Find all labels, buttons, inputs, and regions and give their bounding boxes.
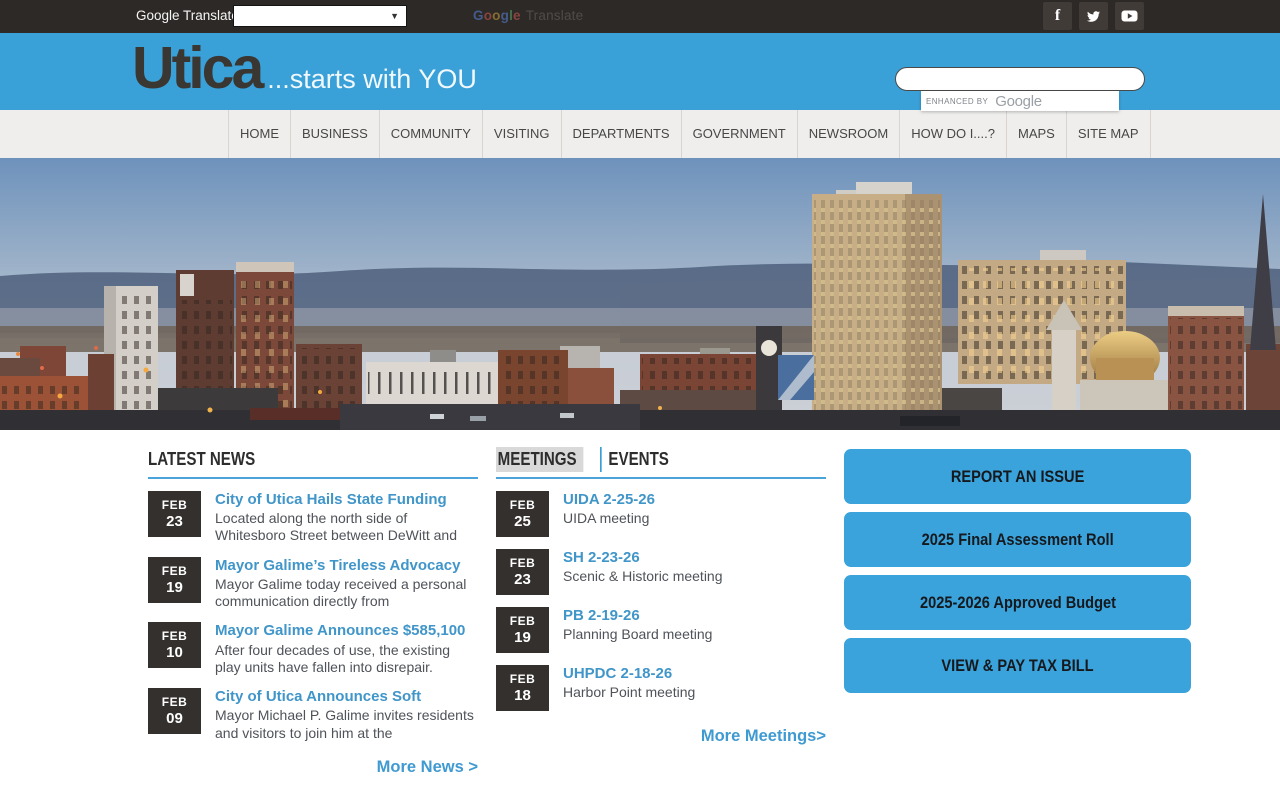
news-excerpt: Mayor Galime today received a personal c… (215, 575, 467, 610)
hero-banner (0, 158, 1280, 430)
section-rule (496, 477, 826, 479)
news-item: FEB 19 Mayor Galime’s Tireless Advocacy … (148, 556, 478, 611)
more-news-link[interactable]: More News > (377, 758, 478, 776)
google-translate-select[interactable]: ▼ (233, 5, 407, 27)
site-logo: Utica (132, 35, 264, 101)
nav-item-maps[interactable]: MAPS (1006, 110, 1066, 158)
meeting-description: UIDA meeting (563, 510, 650, 527)
social-links: f (1043, 2, 1144, 30)
news-title-link[interactable]: City of Utica Announces Soft (215, 688, 478, 705)
facebook-button[interactable]: f (1043, 2, 1072, 30)
search-branding-dropdown: ENHANCED BY Google (921, 91, 1119, 111)
meeting-title-link[interactable]: UHPDC 2-18-26 (563, 665, 695, 682)
nav-item-government[interactable]: GOVERNMENT (680, 110, 797, 158)
youtube-button[interactable] (1115, 2, 1144, 30)
main-navigation: HOME BUSINESS COMMUNITY VISITING DEPARTM… (0, 110, 1280, 158)
site-search: ENHANCED BY Google (895, 67, 1145, 111)
meeting-date-badge: FEB 23 (496, 549, 549, 595)
news-item: FEB 23 City of Utica Hails State Funding… (148, 491, 478, 545)
nav-item-community[interactable]: COMMUNITY (378, 110, 482, 158)
nav-item-how-do-i[interactable]: HOW DO I....? (899, 110, 1006, 158)
topbar: Google Translate ▼ Google Translate f (0, 0, 1280, 33)
final-assessment-roll-button[interactable]: 2025 Final Assessment Roll (844, 512, 1191, 567)
meeting-title-link[interactable]: SH 2-23-26 (563, 549, 723, 566)
meeting-date-badge: FEB 25 (496, 491, 549, 537)
bottom-sections: FEATURED INITIATIVES CONNECT WITH UTICA … (0, 777, 1280, 800)
nav-item-business[interactable]: BUSINESS (290, 110, 379, 158)
meeting-description: Planning Board meeting (563, 626, 713, 643)
news-date-badge: FEB 19 (148, 556, 201, 603)
news-title-link[interactable]: Mayor Galime’s Tireless Advocacy (215, 557, 478, 574)
news-title-link[interactable]: Mayor Galime Announces $585,100 (215, 622, 478, 639)
more-meetings-link[interactable]: More Meetings> (701, 727, 826, 745)
news-date-badge: FEB 10 (148, 622, 201, 669)
meeting-title-link[interactable]: PB 2-19-26 (563, 607, 712, 624)
hero-cityscape-image (0, 158, 1280, 430)
news-title-link[interactable]: City of Utica Hails State Funding (215, 491, 478, 508)
tab-events[interactable]: EVENTS (600, 446, 669, 472)
meeting-description: Scenic & Historic meeting (563, 568, 723, 585)
meeting-date-badge: FEB 19 (496, 607, 549, 653)
google-translate-watermark: Google Translate (473, 8, 584, 23)
nav-item-home[interactable]: HOME (228, 110, 290, 158)
news-date-badge: FEB 09 (148, 688, 201, 735)
news-item: FEB 10 Mayor Galime Announces $585,100 A… (148, 622, 478, 676)
facebook-icon: f (1054, 7, 1061, 24)
latest-news-heading: LATEST NEWS (148, 448, 256, 469)
search-input[interactable] (895, 67, 1145, 91)
nav-item-departments[interactable]: DEPARTMENTS (560, 110, 681, 158)
site-header: Utica ...starts with YOU ENHANCED BY Goo… (0, 33, 1280, 111)
latest-news-section: LATEST NEWS FEB 23 City of Utica Hails S… (148, 449, 478, 777)
meeting-item: FEB 25 UIDA 2-25-26 UIDA meeting (496, 491, 826, 537)
youtube-icon (1121, 10, 1138, 22)
google-translate-label: Google Translate (136, 8, 239, 23)
twitter-button[interactable] (1079, 2, 1108, 30)
nav-item-site-map[interactable]: SITE MAP (1065, 110, 1151, 158)
meeting-item: FEB 19 PB 2-19-26 Planning Board meeting (496, 607, 826, 653)
approved-budget-button[interactable]: 2025-2026 Approved Budget (844, 575, 1191, 630)
nav-item-visiting[interactable]: VISITING (481, 110, 561, 158)
news-date-badge: FEB 23 (148, 491, 201, 537)
news-excerpt: Located along the north side of Whitesbo… (215, 510, 458, 544)
chevron-down-icon: ▼ (390, 11, 399, 21)
news-excerpt: Mayor Michael P. Galime invites resident… (215, 707, 474, 741)
main-content: LATEST NEWS FEB 23 City of Utica Hails S… (0, 430, 1280, 777)
view-pay-tax-bill-button[interactable]: VIEW & PAY TAX BILL (844, 638, 1191, 693)
enhanced-by-label: ENHANCED BY (926, 96, 989, 106)
google-brand-label: Google (995, 92, 1042, 110)
site-tagline: ...starts with YOU (267, 64, 477, 94)
brand[interactable]: Utica ...starts with YOU (132, 39, 477, 98)
tab-meetings[interactable]: MEETINGS (496, 446, 584, 472)
quick-links: REPORT AN ISSUE 2025 Final Assessment Ro… (844, 449, 1191, 777)
report-an-issue-button[interactable]: REPORT AN ISSUE (844, 449, 1191, 504)
meeting-description: Harbor Point meeting (563, 684, 696, 701)
meeting-item: FEB 18 UHPDC 2-18-26 Harbor Point meetin… (496, 665, 826, 711)
meeting-date-badge: FEB 18 (496, 665, 549, 711)
twitter-icon (1087, 10, 1101, 22)
news-item: FEB 09 City of Utica Announces Soft Mayo… (148, 688, 478, 742)
meeting-item: FEB 23 SH 2-23-26 Scenic & Historic meet… (496, 549, 826, 595)
meetings-events-section: MEETINGS EVENTS FEB 25 UIDA 2-25-26 UIDA… (496, 446, 826, 777)
news-excerpt: After four decades of use, the existing … (215, 641, 451, 675)
section-rule (148, 477, 478, 479)
nav-item-newsroom[interactable]: NEWSROOM (796, 110, 899, 158)
meeting-title-link[interactable]: UIDA 2-25-26 (563, 491, 655, 508)
